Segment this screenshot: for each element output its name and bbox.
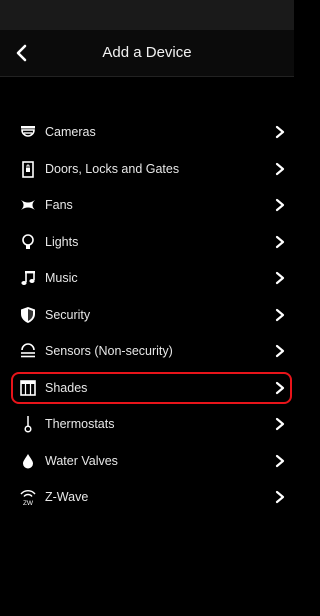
chevron-right-icon <box>274 344 286 358</box>
chevron-right-icon <box>274 235 286 249</box>
page-title: Add a Device <box>102 44 192 61</box>
device-row-z-wave[interactable]: ZW Z-Wave <box>0 479 294 516</box>
chevron-right-icon <box>274 308 286 322</box>
device-row-doors-locks-gates[interactable]: Doors, Locks and Gates <box>0 151 294 188</box>
water-drop-icon <box>18 451 38 471</box>
device-row-security[interactable]: Security <box>0 297 294 334</box>
device-row-lights[interactable]: Lights <box>0 224 294 261</box>
device-category-list: Cameras Doors, Locks and Gates Fans Ligh… <box>0 114 294 516</box>
music-note-icon <box>18 268 38 288</box>
device-row-label: Thermostats <box>45 417 115 432</box>
chevron-right-icon <box>274 198 286 212</box>
navigation-bar: Add a Device <box>0 30 294 77</box>
shade-icon <box>18 378 38 398</box>
device-row-label: Water Valves <box>45 453 118 468</box>
lightbulb-icon <box>18 232 38 252</box>
device-row-label: Z-Wave <box>45 490 89 505</box>
chevron-right-icon <box>274 125 286 139</box>
camera-icon <box>18 122 38 142</box>
chevron-right-icon <box>274 417 286 431</box>
device-row-water-valves[interactable]: Water Valves <box>0 443 294 480</box>
zwave-icon: ZW <box>18 487 38 507</box>
device-row-label: Security <box>45 307 91 322</box>
device-row-label: Sensors (Non-security) <box>45 344 173 359</box>
svg-text:ZW: ZW <box>23 500 34 506</box>
device-row-label: Shades <box>45 380 88 395</box>
device-row-sensors[interactable]: Sensors (Non-security) <box>0 333 294 370</box>
device-row-music[interactable]: Music <box>0 260 294 297</box>
device-row-fans[interactable]: Fans <box>0 187 294 224</box>
device-row-label: Music <box>45 271 78 286</box>
device-row-cameras[interactable]: Cameras <box>0 114 294 151</box>
chevron-right-icon <box>274 271 286 285</box>
chevron-right-icon <box>274 454 286 468</box>
device-row-label: Doors, Locks and Gates <box>45 161 180 176</box>
status-bar <box>0 0 294 30</box>
device-row-shades[interactable]: Shades <box>0 370 294 407</box>
thermometer-icon <box>18 414 38 434</box>
chevron-right-icon <box>274 162 286 176</box>
shield-icon <box>18 305 38 325</box>
chevron-right-icon <box>274 381 286 395</box>
door-lock-icon <box>18 159 38 179</box>
device-row-label: Cameras <box>45 125 96 140</box>
device-row-label: Lights <box>45 234 79 249</box>
sensor-icon <box>18 341 38 361</box>
device-row-thermostats[interactable]: Thermostats <box>0 406 294 443</box>
device-row-label: Fans <box>45 198 73 213</box>
fan-icon <box>18 195 38 215</box>
chevron-right-icon <box>274 490 286 504</box>
